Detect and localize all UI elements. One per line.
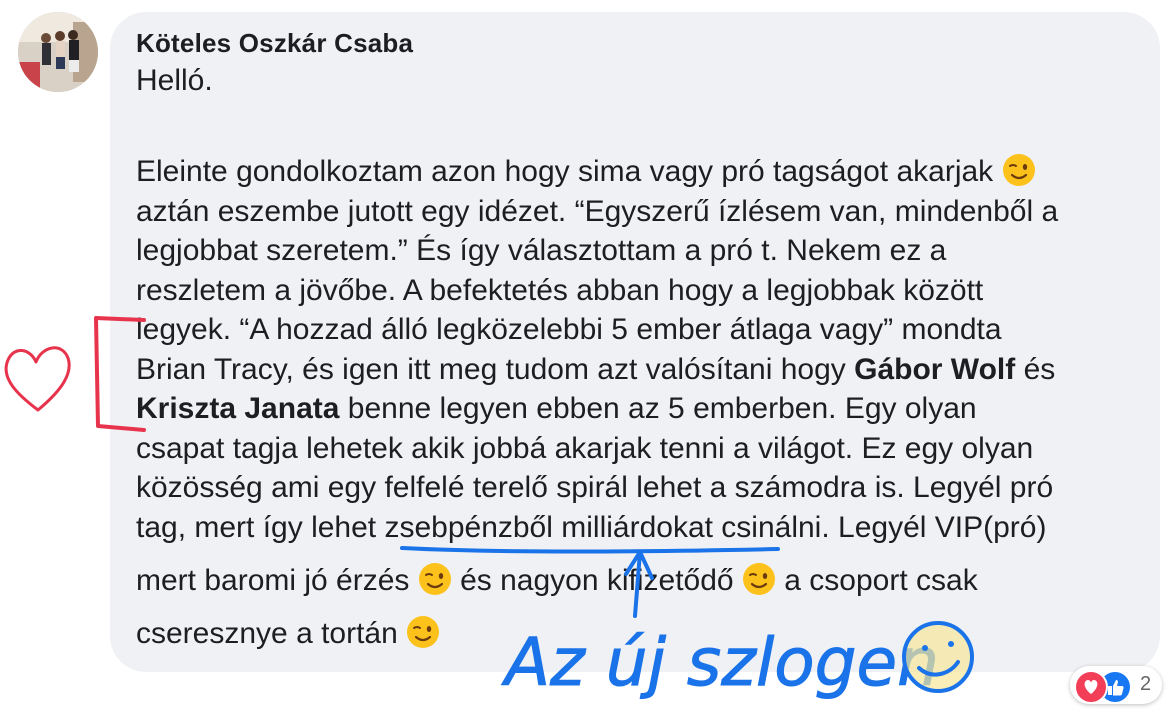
comment-line: legyek. “A hozzad álló legközelebbi 5 em… — [136, 310, 1136, 350]
comment-line: reszletem a jövőbe. A befektetés abban h… — [136, 271, 1136, 311]
comment-line: csapat tagja lehetek akik jobbá akarjak … — [136, 429, 1136, 469]
comment-text: Brian Tracy, és igen itt meg tudom azt v… — [136, 352, 855, 386]
comment-text: benne legyen ebben az 5 emberben. Egy ol… — [339, 392, 977, 425]
comment-text: aztán eszembe jutott egy idézet. “Egysze… — [136, 194, 1059, 228]
tagged-person-link[interactable]: Kriszta Janata — [136, 392, 339, 425]
wink-emoji-icon — [418, 562, 452, 596]
comment-line: mert baromi jó érzés és nagyon kifizetőd… — [136, 561, 1136, 614]
comment-text: cseresznye a tortán — [136, 616, 407, 650]
heart-doodle-icon — [4, 346, 71, 412]
comment-line: tag, mert így lehet zsebpénzből milliárd… — [136, 508, 1136, 561]
comment-body: Eleinte gondolkoztam azon hogy sima vagy… — [136, 152, 1136, 667]
comment-text: Eleinte gondolkoztam azon hogy sima vagy… — [136, 155, 1002, 188]
comment-line: aztán eszembe jutott egy idézet. “Egysze… — [136, 192, 1136, 232]
comment-line: legjobbat szeretem.” És így választottam… — [136, 231, 1136, 271]
comment-text: a csoport csak — [775, 563, 978, 597]
reactions-summary[interactable]: 2 — [1070, 666, 1162, 704]
comment-greeting: Helló. — [136, 64, 213, 97]
comment-line: cseresznye a tortán — [136, 614, 1136, 667]
wink-emoji-icon — [742, 562, 776, 596]
comment-text: legjobbat szeretem.” És így választottam… — [136, 234, 947, 267]
comment-text: legyek. “A hozzad álló legközelebbi 5 em… — [136, 313, 1002, 346]
wink-emoji-icon — [406, 615, 440, 649]
comment-line: Brian Tracy, és igen itt meg tudom azt v… — [136, 350, 1136, 390]
comment-text: tag, mert így lehet zsebpénzből milliárd… — [136, 510, 1047, 544]
comment-text: reszletem a jövőbe. A befektetés abban h… — [136, 273, 984, 307]
comment-text: és nagyon kifizetődő — [451, 563, 742, 597]
tagged-person-link[interactable]: Gábor Wolf — [854, 353, 1015, 386]
reaction-count: 2 — [1140, 673, 1152, 695]
comment-line: Eleinte gondolkoztam azon hogy sima vagy… — [136, 152, 1136, 192]
comment-text: közösség ami egy felfelé terelő spirál l… — [136, 471, 1054, 504]
avatar[interactable] — [18, 12, 98, 92]
comment-line: közösség ami egy felfelé terelő spirál l… — [136, 468, 1136, 508]
comment-line: Kriszta Janata benne legyen ebben az 5 e… — [136, 389, 1136, 429]
profile-photo — [18, 12, 98, 92]
wink-emoji-icon — [1002, 153, 1036, 187]
comment-text: mert baromi jó érzés — [136, 563, 418, 597]
love-reaction-icon — [1074, 670, 1108, 704]
comment-text: és — [1015, 352, 1056, 386]
comment-author[interactable]: Köteles Oszkár Csaba — [136, 28, 413, 59]
comment-text: csapat tagja lehetek akik jobbá akarjak … — [136, 431, 1034, 465]
